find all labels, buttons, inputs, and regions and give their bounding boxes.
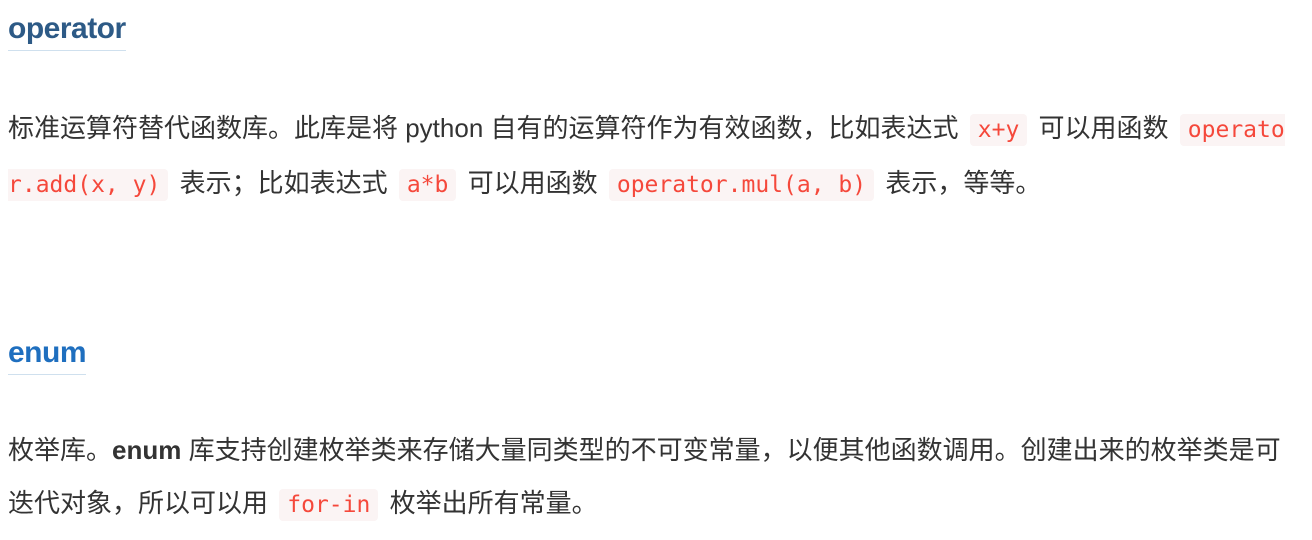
operator-text-2: 可以用函数 <box>1038 113 1169 143</box>
enum-text-3: 枚举出所有常量。 <box>389 488 598 518</box>
inline-code-a-times-b: a*b <box>398 169 457 201</box>
operator-text-3: 表示；比如表达式 <box>179 168 388 198</box>
inline-code-for-in: for-in <box>279 489 379 521</box>
operator-text-4: 可以用函数 <box>467 168 598 198</box>
inline-code-operator-mul: operator.mul(a, b) <box>608 169 875 201</box>
enum-bold-keyword: enum <box>112 435 182 465</box>
operator-text-1: 标准运算符替代函数库。此库是将 python 自有的运算符作为有效函数，比如表达… <box>8 113 959 143</box>
enum-description: 枚举库。enum 库支持创建枚举类来存储大量同类型的不可变常量，以便其他函数调用… <box>8 424 1306 532</box>
enum-text-2: 库支持创建枚举类来存储大量同类型的不可变常量，以便其他函数调用。创建出来的枚举类… <box>8 435 1281 518</box>
section-heading-operator: operator <box>8 10 126 51</box>
inline-code-x-plus-y: x+y <box>969 114 1028 146</box>
section-heading-enum: enum <box>8 334 87 375</box>
enum-text-1: 枚举库。 <box>8 435 113 465</box>
operator-text-5: 表示，等等。 <box>885 168 1042 198</box>
operator-description: 标准运算符替代函数库。此库是将 python 自有的运算符作为有效函数，比如表达… <box>8 102 1306 212</box>
